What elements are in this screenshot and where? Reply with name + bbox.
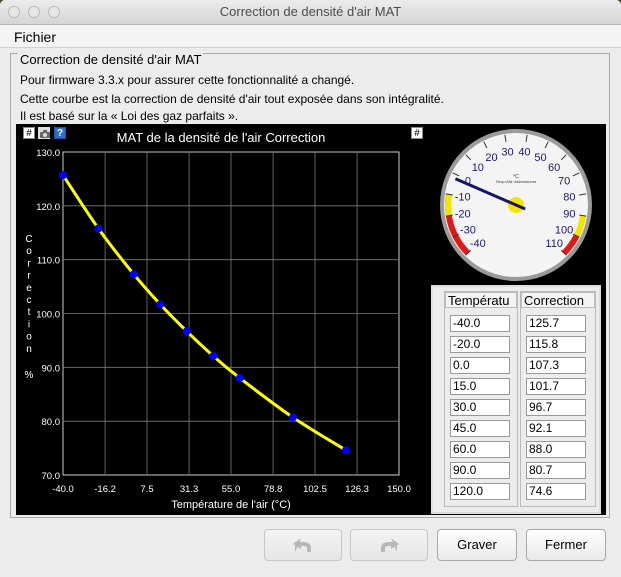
gauge-tick-label: 40 <box>518 147 530 159</box>
redo-button[interactable] <box>350 529 428 561</box>
gauge-cold-yellow-zone <box>445 193 452 217</box>
undo-icon <box>293 538 311 552</box>
x-tick-label: -40.0 <box>52 484 74 495</box>
gauge-tick-label: 100 <box>555 225 573 237</box>
correction-cell[interactable]: 92.1 <box>526 420 586 437</box>
temperature-gauge: -40-30-20-1001020 30 40 5060708090100110°CT… <box>440 129 592 281</box>
temperature-cell[interactable]: 0.0 <box>450 357 510 374</box>
y-axis-label: Correction % <box>25 234 34 381</box>
data-point <box>288 413 297 422</box>
gauge-tick-label: 60 <box>548 162 560 174</box>
x-tick-label: 31.3 <box>180 484 199 495</box>
y-tick-label: 80.0 <box>42 417 61 428</box>
data-point <box>341 446 350 455</box>
temperature-cell[interactable]: 60.0 <box>450 441 510 458</box>
gauge-tick-label: 90 <box>563 208 575 220</box>
chart-title: MAT de la densité de l'air Correction <box>117 130 326 145</box>
y-tick-label: 130.0 <box>36 148 60 159</box>
description-line-1: Pour firmware 3.3.x pour assurer cette f… <box>20 73 355 87</box>
x-axis-label: Température de l'air (°C) <box>171 499 291 511</box>
help-icon[interactable]: ? <box>54 127 66 139</box>
temperature-cell[interactable]: 15.0 <box>450 378 510 395</box>
y-tick-label: 100.0 <box>36 310 60 321</box>
hash-right-icon[interactable]: # <box>411 127 423 139</box>
y-tick-label: 120.0 <box>36 202 60 213</box>
gauge-tick-label: 80 <box>563 192 575 204</box>
temperature-cell[interactable]: 120.0 <box>450 483 510 500</box>
correction-cell[interactable]: 101.7 <box>526 378 586 395</box>
x-tick-label: 150.0 <box>387 484 411 495</box>
x-tick-label: 126.3 <box>345 484 369 495</box>
temperature-header: Températu <box>445 292 517 308</box>
correction-cell[interactable]: 125.7 <box>526 315 586 332</box>
correction-cell[interactable]: 74.6 <box>526 483 586 500</box>
burn-button[interactable]: Graver <box>437 529 517 561</box>
camera-glyph <box>40 130 50 138</box>
panel-title: Correction de densité d'air MAT <box>18 52 204 67</box>
gauge-tick-label: -20 <box>455 208 471 220</box>
temperature-cell[interactable]: -20.0 <box>450 336 510 353</box>
camera-icon[interactable] <box>38 127 50 139</box>
title-bar: Correction de densité d'air MAT <box>0 0 621 25</box>
data-point <box>94 224 103 233</box>
gauge-tick-label: 20 <box>485 152 497 164</box>
temperature-cell[interactable]: -40.0 <box>450 315 510 332</box>
gauge-tick-label: 10 <box>472 162 484 174</box>
y-tick-label: 70.0 <box>42 471 61 482</box>
gauge-tick-label: -30 <box>460 225 476 237</box>
redo-icon <box>381 538 399 552</box>
y-tick-label: 90.0 <box>42 363 61 374</box>
data-point <box>182 327 191 336</box>
data-point <box>129 270 138 279</box>
gauge-tick-label: 50 <box>534 152 546 164</box>
correction-cell[interactable]: 107.3 <box>526 357 586 374</box>
data-point <box>156 300 165 309</box>
data-point <box>209 352 218 361</box>
correction-chart[interactable]: MAT de la densité de l'air Correction -40… <box>16 124 426 515</box>
temperature-cell[interactable]: 45.0 <box>450 420 510 437</box>
correction-cell[interactable]: 80.7 <box>526 462 586 479</box>
correction-cell[interactable]: 88.0 <box>526 441 586 458</box>
correction-header: Correction <box>521 292 595 308</box>
gauge-tick-label: -10 <box>455 192 471 204</box>
description-line-3: Il est basé sur la « Loi des gaz parfait… <box>20 109 239 123</box>
gauge-tick-label: 30 <box>501 147 513 159</box>
x-tick-label: -16.2 <box>94 484 116 495</box>
temperature-cell[interactable]: 30.0 <box>450 399 510 416</box>
gauge-subtitle: Temp d'Air d'admissiones <box>496 180 537 184</box>
gauge-tick-label: -40 <box>470 238 486 250</box>
temperature-cell[interactable]: 90.0 <box>450 462 510 479</box>
x-tick-label: 102.5 <box>303 484 327 495</box>
x-tick-label: 78.8 <box>264 484 283 495</box>
data-point <box>59 171 67 180</box>
undo-button[interactable] <box>264 529 342 561</box>
close-button[interactable]: Fermer <box>526 529 606 561</box>
menu-file[interactable]: Fichier <box>14 29 56 45</box>
correction-cell[interactable]: 96.7 <box>526 399 586 416</box>
correction-cell[interactable]: 115.8 <box>526 336 586 353</box>
gauge-tick-label: 70 <box>558 175 570 187</box>
y-tick-label: 110.0 <box>37 256 60 267</box>
description-line-2: Cette courbe est la correction de densit… <box>20 92 444 106</box>
x-tick-label: 55.0 <box>222 484 241 495</box>
data-point <box>235 374 244 383</box>
x-tick-label: 7.5 <box>140 484 153 495</box>
window-title: Correction de densité d'air MAT <box>219 4 402 19</box>
hash-icon[interactable]: # <box>23 127 35 139</box>
gauge-tick-label: 110 <box>545 238 563 250</box>
menu-bar <box>0 25 621 48</box>
